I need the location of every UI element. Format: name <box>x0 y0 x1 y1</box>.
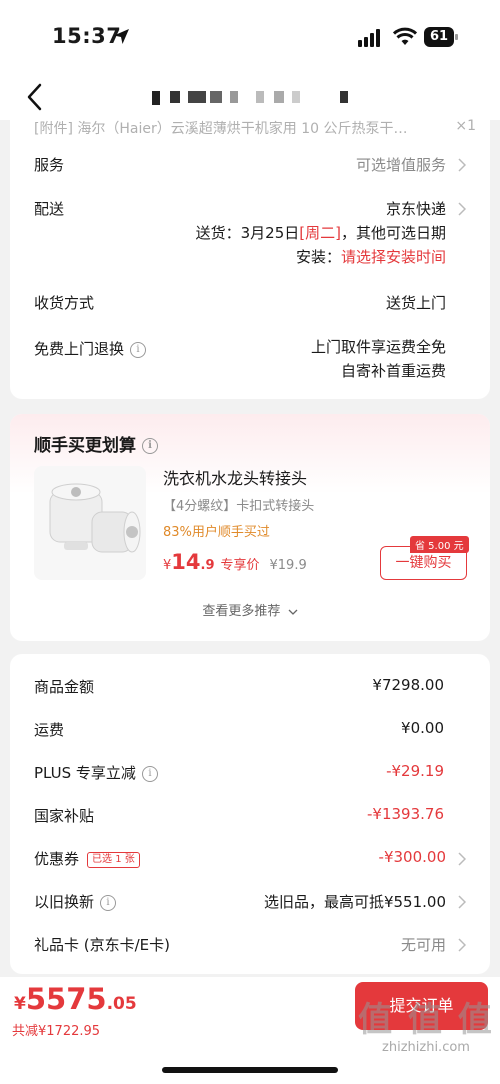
delivery-label: 配送 <box>34 200 65 218</box>
product-spec: 【4分螺纹】卡扣式转接头 <box>163 499 315 514</box>
summary-label-subsidy: 国家补贴 <box>34 807 95 825</box>
summary-label-coupon: 优惠券 已选 1 张 <box>34 848 140 869</box>
watermark-small: zhizhizhi.com <box>382 1040 470 1055</box>
summary-label-goods: 商品金额 <box>34 678 95 696</box>
summary-value-plus: -¥29.19 <box>386 762 444 780</box>
cellular-signal-icon <box>358 29 380 47</box>
total-price-int: 5575 <box>25 982 107 1016</box>
product-popularity: 83%用户顺手买过 <box>163 525 270 540</box>
delivery-date-prefix: 送货：3月25日 <box>195 224 300 242</box>
more-recommendations-link[interactable]: 查看更多推荐 <box>10 600 490 619</box>
summary-value-subsidy: -¥1393.76 <box>367 805 444 823</box>
free-return-line2: 自寄补首重运费 <box>340 362 446 380</box>
battery-level: 61 <box>424 27 454 47</box>
recommendation-title: 顺手买更划算 i <box>34 431 158 456</box>
info-icon[interactable]: i <box>100 894 117 911</box>
price-dec: .9 <box>200 558 215 573</box>
info-icon[interactable]: i <box>141 765 158 782</box>
delivery-value[interactable]: 京东快递 <box>386 198 446 219</box>
save-badge: 省 5.00 元 <box>410 536 469 553</box>
service-value[interactable]: 可选增值服务 <box>356 154 446 175</box>
service-label: 服务 <box>34 156 65 174</box>
summary-value-giftcard[interactable]: 无可用 <box>401 934 446 955</box>
summary-label-plus: PLUS 专享立减 i <box>34 762 158 783</box>
recommendation-title-text: 顺手买更划算 <box>34 436 136 456</box>
chevron-right-icon[interactable] <box>458 852 466 866</box>
delivery-date-suffix: ，其他可选日期 <box>340 224 446 242</box>
chevron-right-icon[interactable] <box>458 938 466 952</box>
summary-value-goods: ¥7298.00 <box>372 676 444 694</box>
watermark-big: 值 值 值 <box>358 1000 494 1040</box>
summary-value-shipping: ¥0.00 <box>401 719 444 737</box>
summary-label-shipping: 运费 <box>34 721 65 739</box>
install-prefix: 安装： <box>295 248 341 266</box>
price-int: 14 <box>171 550 201 574</box>
product-name[interactable]: 洗衣机水龙头转接头 <box>163 465 307 489</box>
free-return-line1: 上门取件享运费全免 <box>310 338 446 356</box>
plus-discount-text: PLUS 专享立减 <box>34 764 136 782</box>
delivery-date[interactable]: 送货：3月25日[周二]，其他可选日期 <box>196 222 446 243</box>
coupon-text: 优惠券 <box>34 850 80 868</box>
status-time: 15:37 <box>52 24 122 48</box>
back-icon[interactable] <box>24 82 46 112</box>
home-indicator[interactable] <box>162 1067 338 1073</box>
attachment-item: [附件] 海尔（Haier）云溪超薄烘干机家用 10 公斤热泵干… <box>34 121 408 137</box>
total-saved: 共减¥1722.95 <box>12 1024 101 1039</box>
receive-label: 收货方式 <box>34 294 95 312</box>
product-price: ¥14.9 专享价 ¥19.9 <box>163 550 307 574</box>
info-icon[interactable]: i <box>130 341 147 358</box>
page-title-redacted <box>152 91 352 105</box>
chevron-down-icon <box>288 609 298 615</box>
install-time[interactable]: 安装：请选择安装时间 <box>296 246 446 267</box>
wifi-icon <box>393 27 417 45</box>
total-price-dec: .05 <box>106 994 137 1014</box>
summary-label-tradein: 以旧换新 i <box>34 891 117 912</box>
watermark: 值 值 值 zhizhizhi.com <box>356 1000 496 1055</box>
trade-in-text: 以旧换新 <box>34 893 95 911</box>
chevron-right-icon[interactable] <box>458 202 466 216</box>
install-value: 请选择安装时间 <box>340 248 446 266</box>
summary-label-giftcard: 礼品卡 (京东卡/E卡) <box>34 936 171 954</box>
original-price: ¥19.9 <box>269 558 307 573</box>
location-arrow-icon <box>114 29 129 44</box>
info-icon[interactable]: i <box>142 438 158 454</box>
chevron-right-icon[interactable] <box>458 158 466 172</box>
price-summary-card: 商品金额 ¥7298.00 运费 ¥0.00 PLUS 专享立减 i -¥29.1… <box>10 654 490 974</box>
more-recommendations-label: 查看更多推荐 <box>202 604 281 619</box>
delivery-weekday: [周二] <box>299 224 341 242</box>
total-price-symbol: ¥ <box>14 994 26 1014</box>
free-return-text: 免费上门退换 <box>34 340 125 358</box>
recommendation-card: 顺手买更划算 i 洗衣机水龙头转接头 【4分螺纹】卡扣式转接头 83%用户顺手买过… <box>10 414 490 641</box>
chevron-right-icon[interactable] <box>458 895 466 909</box>
total-price: ¥5575.05 <box>14 982 137 1016</box>
summary-value-tradein[interactable]: 选旧品，最高可抵¥551.00 <box>264 891 446 912</box>
product-image[interactable] <box>34 466 146 580</box>
attachment-qty: ×1 <box>455 118 476 134</box>
status-bar: 15:37 61 <box>0 0 500 74</box>
order-info-card: [附件] 海尔（Haier）云溪超薄烘干机家用 10 公斤热泵干… ×1 服务 … <box>10 112 490 399</box>
receive-value: 送货上门 <box>385 294 446 312</box>
free-return-label: 免费上门退换 i <box>34 338 147 359</box>
faucet-adapter-image <box>49 483 141 553</box>
coupon-badge: 已选 1 张 <box>87 851 140 868</box>
price-tag: 专享价 <box>220 558 260 573</box>
summary-value-coupon[interactable]: -¥300.00 <box>379 848 446 866</box>
battery-icon: 61 <box>424 27 458 47</box>
